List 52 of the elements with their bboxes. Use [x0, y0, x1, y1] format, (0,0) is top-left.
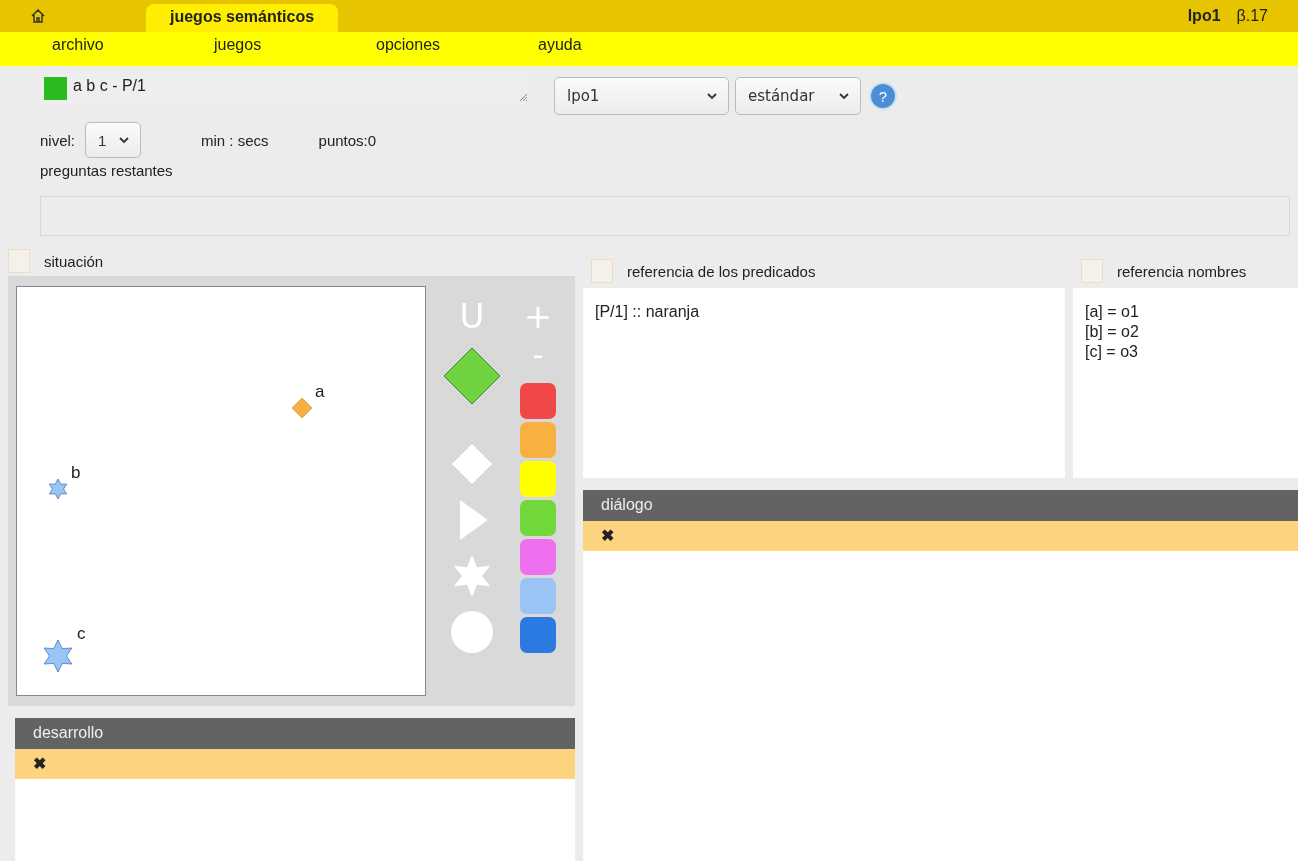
object-label: c	[77, 625, 86, 643]
timer-label: min : secs	[201, 131, 269, 149]
diamond-object[interactable]	[291, 397, 313, 419]
color-swatch[interactable]	[520, 422, 556, 458]
panel-title: referencia nombres	[1117, 262, 1247, 280]
version-label: β.17	[1236, 7, 1268, 25]
chevron-down-icon	[706, 92, 718, 100]
menu-item[interactable]: juegos	[214, 32, 376, 54]
points-label: puntos:0	[318, 131, 377, 149]
app-tab[interactable]: juegos semánticos	[146, 4, 339, 32]
level-label: nivel:	[40, 131, 76, 149]
object-label: a	[315, 383, 325, 401]
chevron-down-icon	[118, 136, 131, 144]
text-area[interactable]: [a] = o1 [b] = o2 [c] = o3	[1073, 288, 1298, 478]
log-row: ✖	[15, 749, 575, 779]
menu-item[interactable]: opciones	[376, 32, 538, 54]
diamond-icon[interactable]	[442, 346, 502, 406]
home-icon[interactable]	[30, 8, 46, 24]
text-line: [a] = o1	[1085, 302, 1140, 322]
checkbox[interactable]	[8, 249, 30, 273]
square-icon	[44, 77, 67, 100]
menu-item[interactable]: archivo	[52, 32, 214, 54]
resize-grip-icon[interactable]	[518, 92, 528, 102]
chevron-down-icon	[838, 92, 850, 100]
dropdown[interactable]: estándar	[735, 77, 861, 115]
panel-title: referencia de los predicados	[627, 262, 816, 280]
color-swatch[interactable]	[520, 500, 556, 536]
color-swatch[interactable]	[520, 617, 556, 653]
text-line: [c] = o3	[1085, 342, 1139, 362]
circle-icon[interactable]	[450, 610, 494, 654]
text-area[interactable]: [P/1] :: naranja	[583, 288, 1065, 478]
log-row: ✖	[583, 521, 1298, 551]
color-swatch[interactable]	[520, 461, 556, 497]
panel-header: diálogo	[583, 490, 1298, 521]
text-line: [b] = o2	[1085, 322, 1140, 342]
star-object[interactable]	[41, 639, 75, 673]
language-label: lpo1	[1187, 7, 1221, 25]
panel-title: situación	[44, 252, 104, 270]
star-object[interactable]	[47, 478, 69, 500]
color-swatch[interactable]	[520, 383, 556, 419]
color-swatch[interactable]	[520, 578, 556, 614]
panel-header: desarrollo	[15, 718, 575, 749]
text-line: [P/1] :: naranja	[595, 302, 701, 322]
checkbox[interactable]	[591, 259, 613, 283]
diamond-icon[interactable]	[450, 442, 494, 486]
dropdown[interactable]: lpo1	[554, 77, 729, 115]
checkbox[interactable]	[1081, 259, 1103, 283]
object-label: b	[71, 464, 81, 482]
color-swatch[interactable]	[520, 539, 556, 575]
menu-item[interactable]: ayuda	[538, 32, 700, 54]
remaining-questions-label: preguntas restantes	[40, 162, 174, 181]
level-dropdown[interactable]: 1	[85, 122, 142, 158]
